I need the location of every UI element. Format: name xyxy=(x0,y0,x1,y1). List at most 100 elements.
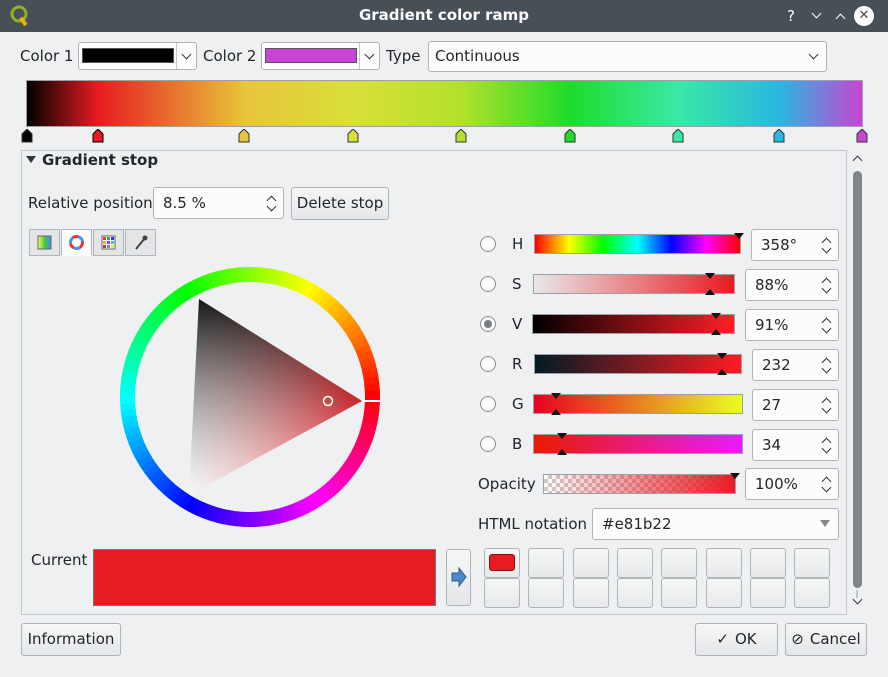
minimize-button[interactable] xyxy=(805,5,827,27)
swatch-cell[interactable] xyxy=(705,578,742,608)
opacity-label: Opacity xyxy=(478,475,536,493)
swatch-cell[interactable] xyxy=(528,548,565,578)
type-label: Type xyxy=(386,47,421,65)
channel-input-h[interactable]: 358° xyxy=(751,229,839,261)
gradient-stop-marker[interactable] xyxy=(21,128,33,143)
gradient-stop-marker[interactable] xyxy=(672,128,684,143)
slider-knob[interactable] xyxy=(556,433,567,439)
swatch-cell[interactable] xyxy=(484,548,520,578)
slider-knob[interactable] xyxy=(710,313,721,319)
slider-knob[interactable] xyxy=(730,473,740,479)
channel-input-v[interactable]: 91% xyxy=(745,309,839,341)
type-select[interactable]: Continuous xyxy=(428,41,827,72)
color1-label: Color 1 xyxy=(20,47,74,65)
gradient-stop-marker[interactable] xyxy=(238,128,250,143)
sv-triangle[interactable] xyxy=(189,299,362,495)
information-button[interactable]: Information xyxy=(21,623,121,656)
gradient-stop-marker[interactable] xyxy=(347,128,359,143)
gradient-stop-marker[interactable] xyxy=(856,128,868,143)
add-to-swatches-button[interactable] xyxy=(446,549,471,606)
channel-label: V xyxy=(512,315,523,333)
maximize-button[interactable] xyxy=(829,5,851,27)
channel-input-g[interactable]: 27 xyxy=(752,389,839,421)
ok-label: OK xyxy=(734,630,757,648)
opacity-slider[interactable] xyxy=(543,473,740,494)
swatch-cell[interactable] xyxy=(661,548,698,578)
delete-stop-button[interactable]: Delete stop xyxy=(291,187,389,220)
opacity-input[interactable]: 100% xyxy=(745,468,839,500)
channel-input-s[interactable]: 88% xyxy=(745,269,839,301)
swatch-cell[interactable] xyxy=(749,578,786,608)
gradient-preview[interactable] xyxy=(26,80,863,127)
scroll-up-icon[interactable] xyxy=(852,155,863,166)
ok-button[interactable]: ✓ OK xyxy=(695,623,778,656)
swatch-cell[interactable] xyxy=(661,578,698,608)
color2-button[interactable] xyxy=(261,42,380,70)
slider-knob[interactable] xyxy=(705,273,715,279)
channel-radio-h[interactable] xyxy=(480,236,496,252)
ramp-tab[interactable] xyxy=(29,229,60,256)
html-notation-label: HTML notation xyxy=(478,515,587,533)
current-color-swatch xyxy=(93,549,436,606)
palette-icon xyxy=(101,235,116,250)
wheel-tab[interactable] xyxy=(61,229,92,256)
channel-radio-b[interactable] xyxy=(480,436,496,452)
channel-slider-b[interactable] xyxy=(533,433,743,455)
vertical-scrollbar[interactable] xyxy=(852,155,864,610)
scroll-down-icon[interactable] xyxy=(852,594,863,605)
swatch-cell[interactable] xyxy=(705,548,742,578)
cancel-icon: ⊘ xyxy=(791,630,804,648)
collapse-arrow-icon[interactable] xyxy=(26,156,36,163)
channel-value: 88% xyxy=(755,276,789,294)
channel-radio-r[interactable] xyxy=(480,356,496,372)
swatch-cell[interactable] xyxy=(572,578,609,608)
slider-knob[interactable] xyxy=(551,393,562,399)
channel-label: S xyxy=(512,275,522,293)
color-wheel[interactable] xyxy=(118,265,382,529)
channel-slider-h[interactable] xyxy=(534,233,744,254)
gradient-stop-marker[interactable] xyxy=(564,128,576,143)
close-button[interactable]: ✕ xyxy=(854,6,874,26)
dropdown-arrow-icon xyxy=(820,520,830,527)
scrollbar-thumb[interactable] xyxy=(853,171,862,588)
gradient-stop-marker[interactable] xyxy=(92,128,104,143)
swatch-cell[interactable] xyxy=(749,548,786,578)
channel-value: 358° xyxy=(761,236,798,254)
channel-slider-s[interactable] xyxy=(533,273,735,295)
relative-position-input[interactable]: 8.5 % xyxy=(153,187,284,219)
swatch-cell[interactable] xyxy=(484,578,520,608)
swatch-cell[interactable] xyxy=(616,578,653,608)
help-button[interactable]: ? xyxy=(780,5,802,27)
cancel-label: Cancel xyxy=(809,630,861,648)
swatch-cell[interactable] xyxy=(794,548,831,578)
cancel-button[interactable]: ⊘ Cancel xyxy=(785,623,867,656)
swatch-cell[interactable] xyxy=(528,578,565,608)
arrow-right-icon xyxy=(451,566,467,588)
channel-value: 34 xyxy=(762,436,782,454)
channel-slider-r[interactable] xyxy=(534,353,742,375)
wheel-icon xyxy=(69,235,84,250)
channel-radio-s[interactable] xyxy=(480,276,496,292)
eyedropper-icon xyxy=(135,235,148,250)
eyedropper-tab[interactable] xyxy=(125,229,156,256)
slider-knob[interactable] xyxy=(733,233,744,239)
palette-tab[interactable] xyxy=(93,229,124,256)
html-notation-input[interactable]: #e81b22 xyxy=(592,508,839,540)
channel-slider-v[interactable] xyxy=(532,313,735,335)
channel-input-b[interactable]: 34 xyxy=(752,429,839,461)
gradient-stop-marker[interactable] xyxy=(773,128,785,143)
opacity-value: 100% xyxy=(755,475,798,493)
gradient-stop-marker[interactable] xyxy=(455,128,467,143)
channel-radio-v[interactable] xyxy=(480,316,496,332)
color1-button[interactable] xyxy=(78,42,197,70)
section-header[interactable]: Gradient stop xyxy=(42,151,158,169)
slider-knob[interactable] xyxy=(717,353,728,359)
swatch-cell[interactable] xyxy=(794,578,831,608)
swatch-cell[interactable] xyxy=(572,548,609,578)
channel-slider-g[interactable] xyxy=(533,393,743,415)
color2-label: Color 2 xyxy=(203,47,257,65)
swatch-cell[interactable] xyxy=(616,548,653,578)
ramp-icon xyxy=(37,235,52,250)
channel-input-r[interactable]: 232 xyxy=(752,349,839,381)
channel-radio-g[interactable] xyxy=(480,396,496,412)
